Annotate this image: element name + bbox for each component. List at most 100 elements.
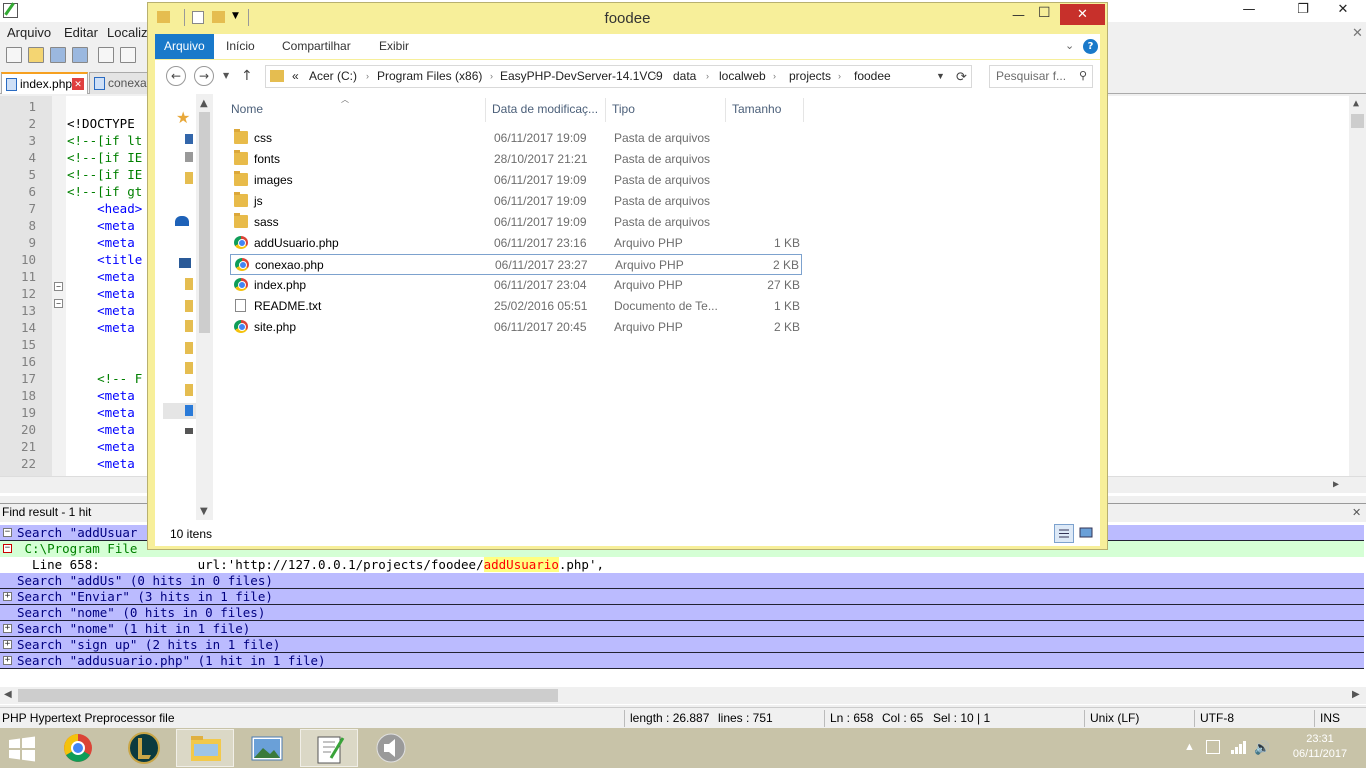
column-header-size[interactable]: Tamanho bbox=[732, 102, 781, 116]
nav-folder-icon[interactable] bbox=[185, 384, 193, 396]
scroll-right-icon[interactable]: ▶ bbox=[1333, 479, 1339, 490]
drive-icon[interactable] bbox=[185, 428, 193, 434]
collapse-icon[interactable]: − bbox=[3, 528, 12, 537]
fold-toggle[interactable]: − bbox=[54, 282, 63, 291]
ribbon-tab-inicio[interactable]: Início bbox=[226, 34, 255, 59]
taskbar-photos[interactable] bbox=[238, 729, 296, 767]
scroll-left-icon[interactable]: ◀ bbox=[4, 689, 12, 700]
scroll-up-icon[interactable]: ▲ bbox=[200, 98, 208, 109]
taskbar-file-explorer[interactable] bbox=[176, 729, 234, 767]
minimize-button[interactable]: — bbox=[1226, 0, 1272, 22]
file-row-css[interactable]: css 06/11/2017 19:09 Pasta de arquivos bbox=[230, 128, 802, 149]
scroll-right-icon[interactable]: ▶ bbox=[1352, 689, 1360, 700]
close-button[interactable]: ✕ bbox=[1320, 0, 1366, 22]
scroll-thumb[interactable] bbox=[199, 112, 210, 333]
breadcrumb-foodee[interactable]: foodee bbox=[854, 66, 891, 87]
menu-close-doc-button[interactable]: ✕ bbox=[1352, 25, 1363, 41]
find-search-row[interactable]: + Search "nome" (1 hit in 1 file) bbox=[0, 621, 1364, 637]
breadcrumb-projects[interactable]: projects bbox=[789, 66, 831, 87]
file-row-addusuario-php[interactable]: addUsuario.php 06/11/2017 23:16 Arquivo PH… bbox=[230, 233, 802, 254]
find-search-row[interactable]: Search "addUs" (0 hits in 0 files) bbox=[0, 573, 1364, 589]
file-row-index-php[interactable]: index.php 06/11/2017 23:04 Arquivo PHP 27 K… bbox=[230, 275, 802, 296]
taskbar-league-of-legends[interactable] bbox=[115, 729, 173, 767]
file-row-js[interactable]: js 06/11/2017 19:09 Pasta de arquivos bbox=[230, 191, 802, 212]
large-icons-view-button[interactable] bbox=[1077, 524, 1097, 543]
search-input[interactable]: Pesquisar f... ⚲ bbox=[989, 65, 1093, 88]
favorites-star-icon[interactable]: ★ bbox=[176, 108, 190, 127]
breadcrumb-acer[interactable]: Acer (C:) bbox=[309, 66, 357, 87]
file-row-images[interactable]: images 06/11/2017 19:09 Pasta de arquivos bbox=[230, 170, 802, 191]
start-button[interactable] bbox=[6, 735, 38, 762]
tray-volume-icon[interactable]: 🔊 bbox=[1254, 740, 1270, 768]
close-panel-icon[interactable]: ✕ bbox=[1352, 506, 1361, 519]
file-row-readme-txt[interactable]: README.txt 25/02/2016 05:51 Documento de T… bbox=[230, 296, 802, 317]
tray-battery-icon[interactable] bbox=[1206, 740, 1220, 754]
breadcrumb-data[interactable]: data bbox=[673, 66, 696, 87]
close-all-icon[interactable] bbox=[120, 47, 136, 63]
file-row-site-php[interactable]: site.php 06/11/2017 20:45 Arquivo PHP 2 KB bbox=[230, 317, 802, 338]
close-file-icon[interactable] bbox=[98, 47, 114, 63]
taskbar-notepadpp[interactable] bbox=[300, 729, 358, 767]
save-icon[interactable] bbox=[50, 47, 66, 63]
help-icon[interactable]: ? bbox=[1083, 39, 1098, 54]
maximize-button[interactable]: ☐ bbox=[1038, 5, 1051, 21]
close-button[interactable]: ✕ bbox=[1060, 4, 1105, 25]
editor-vertical-scrollbar[interactable]: ▲ bbox=[1349, 96, 1366, 476]
find-horizontal-scrollbar[interactable]: ◀ ▶ bbox=[0, 687, 1366, 704]
refresh-icon[interactable]: ⟳ bbox=[956, 66, 967, 87]
column-header-type[interactable]: Tipo bbox=[612, 102, 635, 116]
expand-ribbon-icon[interactable]: ⌄ bbox=[1065, 39, 1074, 52]
recent-locations-icon[interactable]: ▼ bbox=[223, 71, 229, 80]
nav-pane-scrollbar[interactable]: ▲ ▼ bbox=[196, 94, 213, 520]
column-header-date[interactable]: Data de modificaç... bbox=[492, 102, 598, 116]
computer-icon[interactable] bbox=[179, 258, 191, 268]
scroll-down-icon[interactable]: ▼ bbox=[200, 506, 208, 517]
drive-icon[interactable] bbox=[185, 405, 193, 416]
nav-folder-icon[interactable] bbox=[185, 278, 193, 290]
close-tab-icon[interactable]: ✕ bbox=[72, 78, 84, 90]
expand-icon[interactable]: + bbox=[3, 640, 12, 649]
find-search-row[interactable]: + Search "addusuario.php" (1 hit in 1 fil… bbox=[0, 653, 1364, 669]
file-row-conexao-php[interactable]: conexao.php 06/11/2017 23:27 Arquivo PHP 2 … bbox=[230, 254, 802, 275]
tab-index-php[interactable]: index.php ✕ bbox=[1, 72, 88, 94]
nav-item-icon[interactable] bbox=[185, 134, 193, 144]
tray-clock[interactable]: 23:31 06/11/2017 bbox=[1292, 733, 1348, 768]
ribbon-tab-compartilhar[interactable]: Compartilhar bbox=[282, 34, 351, 59]
taskbar-chrome[interactable] bbox=[49, 729, 107, 767]
taskbar-media-player[interactable] bbox=[362, 729, 420, 767]
save-all-icon[interactable] bbox=[72, 47, 88, 63]
expand-icon[interactable]: + bbox=[3, 656, 12, 665]
scroll-thumb[interactable] bbox=[18, 689, 558, 702]
tab-conexao-php[interactable]: conexao bbox=[89, 72, 153, 94]
address-bar[interactable]: « Acer (C:) › Program Files (x86) › Easy… bbox=[265, 65, 972, 88]
navigation-pane[interactable]: ★ ▲ ▼ bbox=[155, 94, 213, 520]
collapse-icon[interactable]: − bbox=[3, 544, 12, 553]
scroll-up-icon[interactable]: ▲ bbox=[1353, 98, 1359, 109]
tray-show-hidden-icon[interactable]: ▲ bbox=[1184, 741, 1195, 768]
scroll-thumb[interactable] bbox=[1351, 114, 1364, 128]
nav-item-icon[interactable] bbox=[185, 152, 193, 162]
find-search-row[interactable]: Search "nome" (0 hits in 0 files) bbox=[0, 605, 1364, 621]
menu-editar[interactable]: Editar bbox=[64, 25, 98, 40]
nav-folder-icon[interactable] bbox=[185, 300, 193, 312]
file-row-sass[interactable]: sass 06/11/2017 19:09 Pasta de arquivos bbox=[230, 212, 802, 233]
menu-arquivo[interactable]: Arquivo bbox=[7, 25, 51, 40]
breadcrumb-program-files[interactable]: Program Files (x86) bbox=[377, 66, 482, 87]
find-hit-line[interactable]: Line 658: url:'http://127.0.0.1/projects… bbox=[0, 557, 1364, 573]
find-search-row[interactable]: + Search "Enviar" (3 hits in 1 file) bbox=[0, 589, 1364, 605]
nav-folder-icon[interactable] bbox=[185, 320, 193, 332]
minimize-button[interactable]: — bbox=[1012, 8, 1025, 23]
back-button[interactable]: ← bbox=[166, 66, 186, 86]
nav-folder-icon[interactable] bbox=[185, 362, 193, 374]
new-file-icon[interactable] bbox=[6, 47, 22, 63]
up-button[interactable]: ↑ bbox=[241, 68, 253, 84]
details-view-button[interactable] bbox=[1054, 524, 1074, 543]
breadcrumb-overflow[interactable]: « bbox=[292, 66, 299, 87]
homegroup-icon[interactable] bbox=[175, 216, 189, 226]
file-row-fonts[interactable]: fonts 28/10/2017 21:21 Pasta de arquivos bbox=[230, 149, 802, 170]
fold-toggle[interactable]: − bbox=[54, 299, 63, 308]
expand-icon[interactable]: + bbox=[3, 624, 12, 633]
ribbon-tab-exibir[interactable]: Exibir bbox=[379, 34, 409, 59]
forward-button[interactable]: → bbox=[194, 66, 214, 86]
ribbon-tab-arquivo[interactable]: Arquivo bbox=[155, 34, 214, 59]
